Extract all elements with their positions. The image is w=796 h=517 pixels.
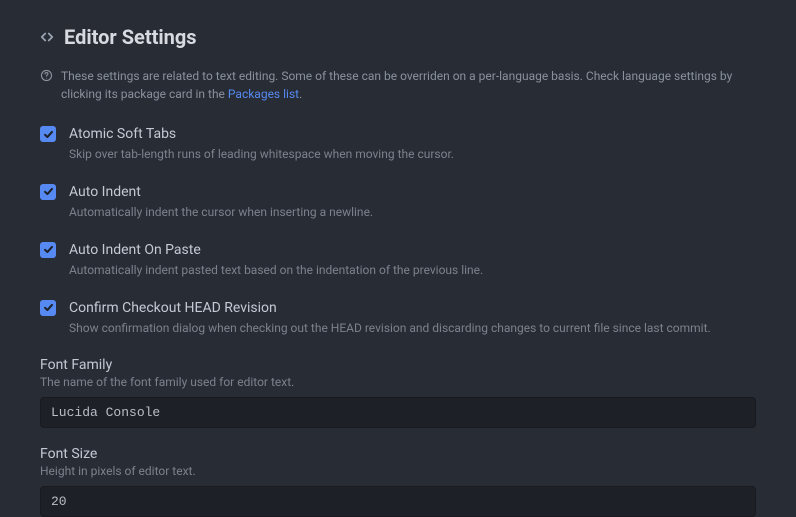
page-title: Editor Settings	[64, 25, 197, 49]
font-family-input[interactable]	[40, 397, 756, 428]
font-size-input[interactable]	[40, 486, 756, 517]
field-font-family: Font Family The name of the font family …	[40, 357, 756, 428]
setting-desc: Automatically indent pasted text based o…	[69, 262, 756, 279]
setting-label: Atomic Soft Tabs	[69, 125, 756, 143]
field-desc: The name of the font family used for edi…	[40, 375, 756, 389]
setting-desc: Automatically indent the cursor when ins…	[69, 204, 756, 221]
setting-desc: Skip over tab-length runs of leading whi…	[69, 146, 756, 163]
checkbox-confirm-checkout-head[interactable]	[40, 300, 56, 316]
setting-label: Confirm Checkout HEAD Revision	[69, 299, 756, 317]
packages-list-link[interactable]: Packages list	[228, 87, 299, 101]
setting-auto-indent-on-paste: Auto Indent On Paste Automatically inden…	[40, 241, 756, 279]
intro-text: These settings are related to text editi…	[61, 67, 756, 103]
setting-atomic-soft-tabs: Atomic Soft Tabs Skip over tab-length ru…	[40, 125, 756, 163]
setting-desc: Show confirmation dialog when checking o…	[69, 320, 756, 337]
checkbox-auto-indent[interactable]	[40, 184, 56, 200]
checkbox-atomic-soft-tabs[interactable]	[40, 126, 56, 142]
code-icon	[40, 30, 54, 44]
field-label: Font Size	[40, 446, 756, 462]
setting-auto-indent: Auto Indent Automatically indent the cur…	[40, 183, 756, 221]
setting-label: Auto Indent On Paste	[69, 241, 756, 259]
intro-suffix: .	[299, 87, 302, 101]
setting-confirm-checkout-head: Confirm Checkout HEAD Revision Show conf…	[40, 299, 756, 337]
question-circle-icon	[40, 67, 53, 82]
page-title-row: Editor Settings	[40, 25, 756, 49]
intro-note: These settings are related to text editi…	[40, 67, 756, 103]
setting-label: Auto Indent	[69, 183, 756, 201]
field-font-size: Font Size Height in pixels of editor tex…	[40, 446, 756, 517]
field-label: Font Family	[40, 357, 756, 373]
intro-prefix: These settings are related to text editi…	[61, 69, 732, 101]
field-desc: Height in pixels of editor text.	[40, 464, 756, 478]
checkbox-auto-indent-on-paste[interactable]	[40, 242, 56, 258]
